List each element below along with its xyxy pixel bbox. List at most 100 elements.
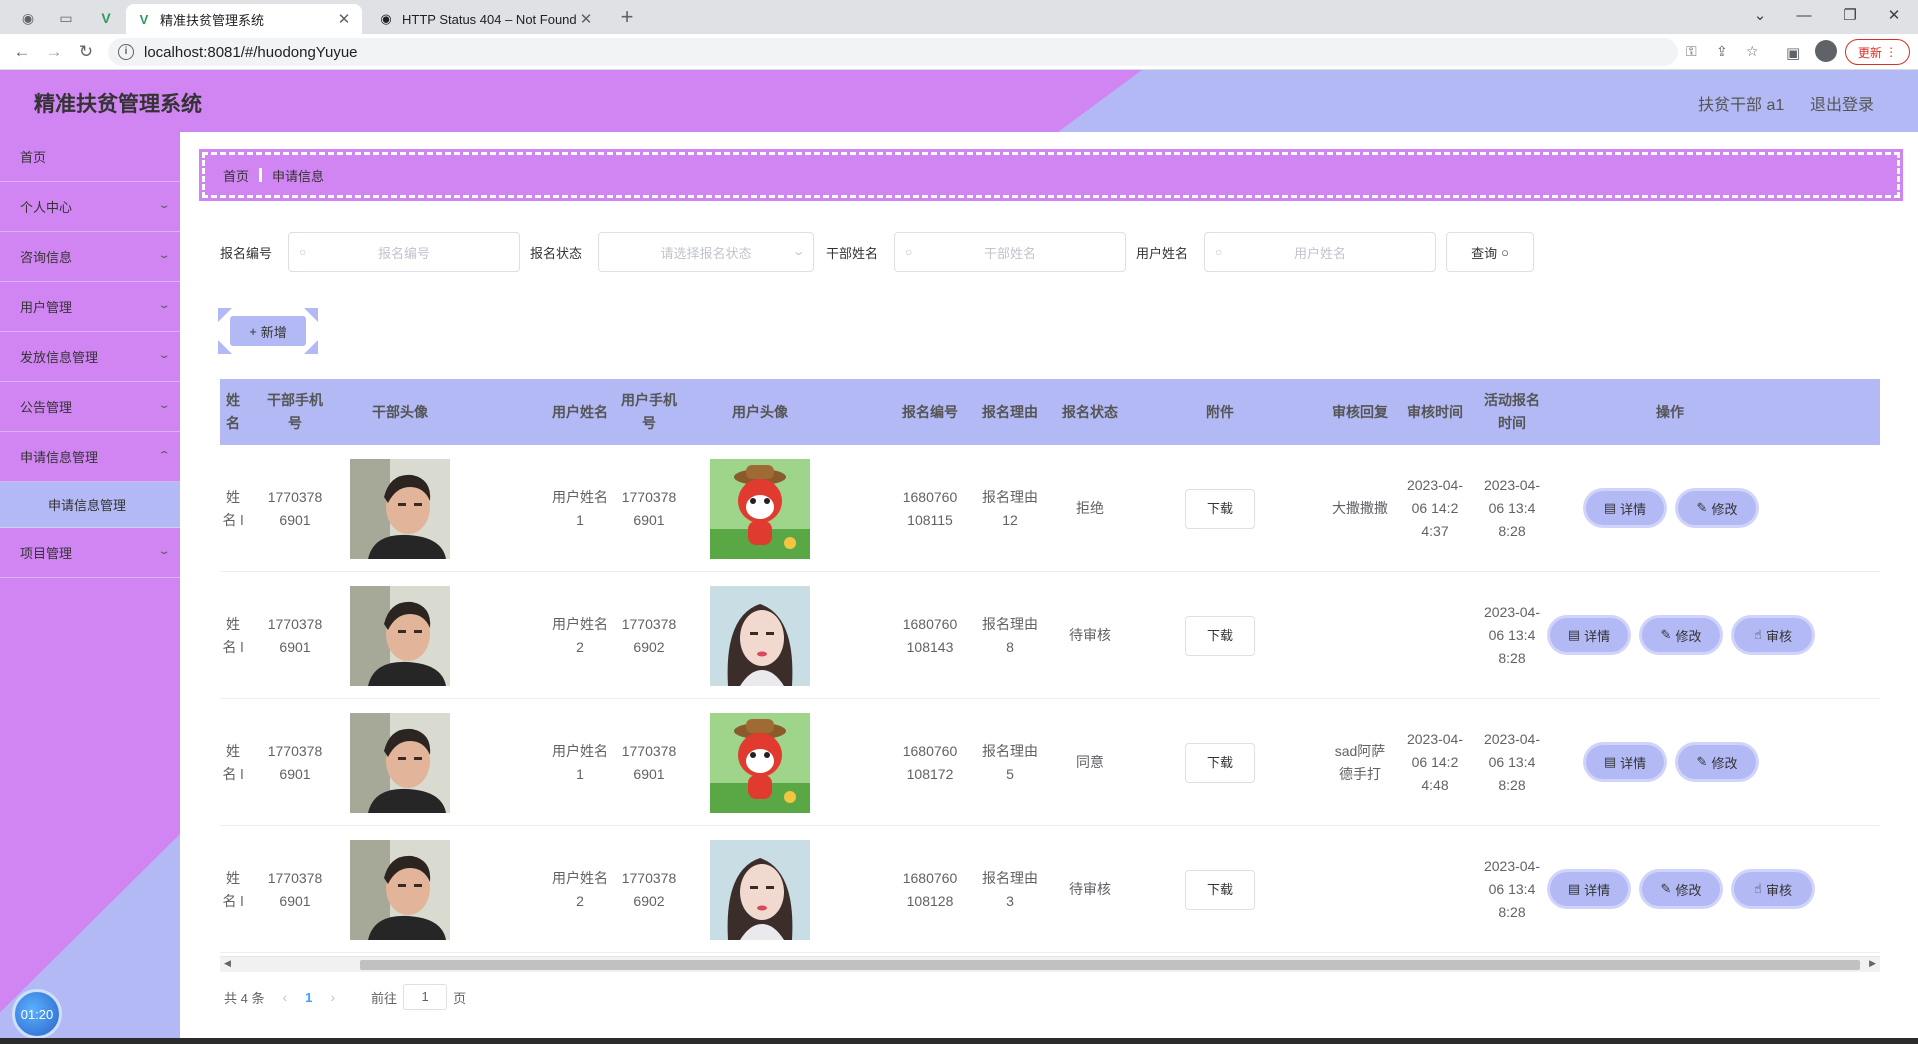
scroll-right-icon[interactable]: ▶ bbox=[1869, 958, 1876, 969]
browser-tab-active[interactable]: V 精准扶贫管理系统 ✕ bbox=[126, 4, 362, 34]
cell-user-phone: 17703786902 bbox=[620, 826, 678, 953]
reload-icon[interactable]: ↻ bbox=[74, 40, 98, 64]
review-button[interactable]: ☝ 审核 bbox=[1734, 618, 1812, 652]
signup-no-input[interactable]: ○ 报名编号 bbox=[288, 232, 520, 272]
edit-button[interactable]: ✎ 修改 bbox=[1642, 872, 1720, 906]
sidebar-item-label: 申请信息管理 bbox=[48, 498, 127, 513]
new-tab-button[interactable]: + bbox=[614, 5, 640, 31]
cell-activity-time: 2023-04-06 13:48:28 bbox=[1482, 699, 1542, 826]
breadcrumb-home[interactable]: 首页 bbox=[223, 166, 249, 185]
profile-avatar[interactable] bbox=[1815, 40, 1837, 62]
horizontal-scrollbar[interactable]: ◀ ▶ bbox=[220, 956, 1880, 972]
query-label: 查询 bbox=[1471, 245, 1498, 261]
cell-activity-time: 2023-04-06 13:48:28 bbox=[1482, 572, 1542, 699]
sidebar-item-consult[interactable]: 咨询信息 ⌄ bbox=[0, 232, 180, 282]
breadcrumb: 首页 申请信息 bbox=[199, 149, 1903, 201]
back-icon[interactable]: ← bbox=[10, 40, 34, 64]
info-icon[interactable]: i bbox=[118, 44, 134, 60]
download-button[interactable]: 下载 bbox=[1185, 869, 1255, 910]
cell-activity-time: 2023-04-06 13:48:28 bbox=[1482, 826, 1542, 953]
edit-button[interactable]: ✎ 修改 bbox=[1678, 745, 1756, 779]
cell-text: 2023-04-06 13:48:28 bbox=[1483, 731, 1541, 793]
col-header: 报名状态 bbox=[1062, 403, 1118, 420]
update-button[interactable]: 更新 ⋮ bbox=[1845, 39, 1910, 65]
next-page-icon[interactable]: › bbox=[330, 989, 335, 1005]
goto-page-input[interactable]: 1 bbox=[403, 984, 448, 1010]
detail-button[interactable]: ▤ 详情 bbox=[1550, 872, 1628, 906]
download-button[interactable]: 下载 bbox=[1185, 488, 1255, 529]
col-header: 审核回复 bbox=[1332, 403, 1388, 420]
browser-tab[interactable]: ◉ HTTP Status 404 – Not Found ✕ bbox=[368, 4, 604, 34]
pinned-tab-icon[interactable]: ◉ bbox=[14, 6, 42, 30]
placeholder: 用户姓名 bbox=[1293, 245, 1346, 261]
cell-review-time: 2023-04-06 14:24:37 bbox=[1400, 445, 1470, 572]
sidepanel-icon[interactable]: ▣ bbox=[1786, 44, 1800, 62]
page-number[interactable]: 1 bbox=[305, 990, 312, 1005]
restore-button[interactable]: ❐ bbox=[1828, 0, 1872, 30]
sidebar-item-label: 个人中心 bbox=[20, 200, 73, 215]
sidebar-item-label: 咨询信息 bbox=[20, 250, 73, 265]
search-icon: ○ bbox=[1215, 245, 1223, 259]
url-field[interactable]: i localhost:8081/#/huodongYuyue ⚿ ⇪ ☆ bbox=[108, 38, 1759, 66]
scrollbar-thumb[interactable] bbox=[360, 960, 1860, 970]
table-header: 姓名 干部手机号 干部头像 用户姓名 用户手机号 用户头像 报名编号 报名理由 … bbox=[220, 379, 1880, 445]
detail-button[interactable]: ▤ 详情 bbox=[1586, 491, 1664, 525]
edit-button[interactable]: ✎ 修改 bbox=[1642, 618, 1720, 652]
status-select[interactable]: 请选择报名状态 ⌄ bbox=[598, 232, 814, 272]
col-header: 附件 bbox=[1206, 403, 1234, 420]
forward-icon[interactable]: → bbox=[42, 40, 66, 64]
tab-title: HTTP Status 404 – Not Found bbox=[402, 11, 577, 27]
action-label: 修改 bbox=[1675, 882, 1702, 898]
edit-button[interactable]: ✎ 修改 bbox=[1678, 491, 1756, 525]
sidebar-item-users[interactable]: 用户管理 ⌄ bbox=[0, 282, 180, 332]
clock-widget[interactable]: 01:20 bbox=[12, 989, 62, 1039]
minimize-button[interactable]: — bbox=[1782, 0, 1826, 30]
sidebar-subitem-application[interactable]: 申请信息管理 bbox=[0, 482, 180, 528]
key-icon[interactable]: ⚿ bbox=[1686, 43, 1697, 60]
cell-file: 下载 bbox=[1170, 826, 1270, 953]
cell-phone: 17703786901 bbox=[266, 445, 324, 572]
cell-text: 1680760108143 bbox=[902, 615, 958, 655]
cadre-name-input[interactable]: ○ 干部姓名 bbox=[894, 232, 1126, 272]
download-button[interactable]: 下载 bbox=[1185, 615, 1255, 656]
sidebar-item-home[interactable]: 首页 bbox=[0, 132, 180, 182]
logout-link[interactable]: 退出登录 bbox=[1810, 91, 1874, 115]
prev-page-icon[interactable]: ‹ bbox=[282, 989, 287, 1005]
cell-text: 17703786901 bbox=[267, 742, 323, 782]
download-button[interactable]: 下载 bbox=[1185, 742, 1255, 783]
detail-button[interactable]: ▤ 详情 bbox=[1586, 745, 1664, 779]
add-button[interactable]: + 新增 bbox=[218, 308, 318, 354]
browser-tab-bar: ◉ ▭ V V 精准扶贫管理系统 ✕ ◉ HTTP Status 404 – N… bbox=[0, 0, 1918, 34]
col-header: 干部手机号 bbox=[267, 392, 323, 431]
close-window-button[interactable]: ✕ bbox=[1872, 0, 1916, 30]
app-header: 精准扶贫管理系统 扶贫干部 a1 退出登录 bbox=[0, 70, 1918, 132]
tab-search-icon[interactable]: ⌄ bbox=[1738, 0, 1782, 30]
cell-text: 17703786901 bbox=[621, 742, 677, 782]
star-icon[interactable]: ☆ bbox=[1746, 43, 1759, 60]
sidebar-item-application[interactable]: 申请信息管理 ⌄ bbox=[0, 432, 180, 482]
status-text: 拒绝 bbox=[1076, 500, 1104, 516]
edit-icon: ✎ bbox=[1696, 754, 1708, 769]
vue-tab-icon[interactable]: V bbox=[92, 6, 120, 30]
pinned-tab-icon[interactable]: ▭ bbox=[52, 6, 80, 30]
cell-text: 1680760108172 bbox=[902, 742, 958, 782]
filter-label: 用户姓名 bbox=[1136, 246, 1189, 261]
close-icon[interactable]: ✕ bbox=[336, 10, 352, 28]
sidebar-item-projects[interactable]: 项目管理 ⌄ bbox=[0, 528, 180, 578]
close-icon[interactable]: ✕ bbox=[578, 10, 594, 28]
sidebar-item-notice[interactable]: 公告管理 ⌄ bbox=[0, 382, 180, 432]
cell-text: 1680760108128 bbox=[902, 869, 958, 909]
user-name-input[interactable]: ○ 用户姓名 bbox=[1204, 232, 1436, 272]
sidebar-item-distribution[interactable]: 发放信息管理 ⌄ bbox=[0, 332, 180, 382]
cell-text: 报名理由12 bbox=[982, 488, 1038, 528]
add-label: 新增 bbox=[260, 324, 287, 340]
detail-button[interactable]: ▤ 详情 bbox=[1550, 618, 1628, 652]
query-button[interactable]: 查询 ○ bbox=[1446, 232, 1534, 272]
scroll-left-icon[interactable]: ◀ bbox=[224, 958, 231, 969]
col-header: 姓名 bbox=[226, 392, 240, 431]
sidebar-item-personal[interactable]: 个人中心 ⌄ bbox=[0, 182, 180, 232]
review-button[interactable]: ☝ 审核 bbox=[1734, 872, 1812, 906]
cell-activity-time: 2023-04-06 13:48:28 bbox=[1482, 445, 1542, 572]
globe-icon: ◉ bbox=[380, 11, 392, 26]
share-icon[interactable]: ⇪ bbox=[1716, 43, 1728, 60]
